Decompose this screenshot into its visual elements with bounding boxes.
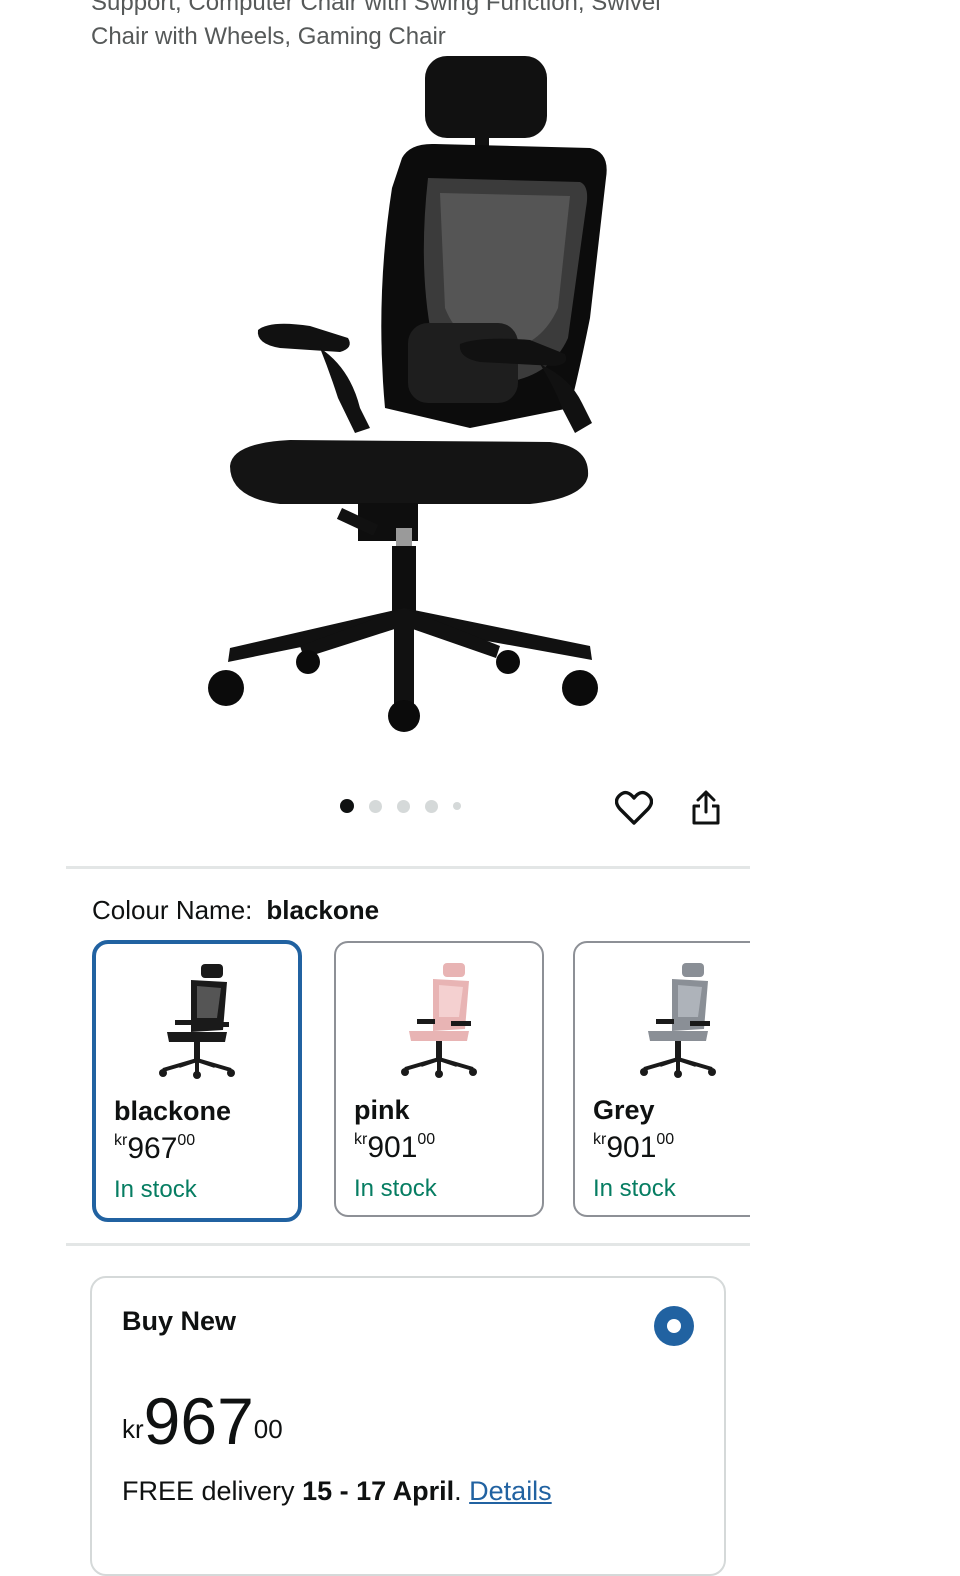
product-title-line-1: Support, Computer Chair with Swing Funct… — [91, 0, 661, 16]
swatch-price: kr96700 — [114, 1132, 195, 1166]
price-fraction: 00 — [656, 1131, 675, 1148]
currency-symbol: kr — [593, 1131, 607, 1148]
price-whole: 901 — [606, 1131, 657, 1164]
buy-new-radio[interactable] — [654, 1306, 694, 1346]
buy-new-title: Buy New — [122, 1306, 237, 1336]
section-divider — [66, 1243, 750, 1246]
swatch-pink[interactable]: pink kr90100 In stock — [334, 941, 544, 1217]
swatch-grey[interactable]: Grey kr90100 In stock — [573, 941, 750, 1217]
colour-name-value: blackone — [266, 895, 380, 925]
swatch-blackone[interactable]: blackone kr96700 In stock — [92, 940, 302, 1222]
swatch-thumbnail — [401, 963, 477, 1078]
price-whole: 967 — [127, 1132, 178, 1165]
colour-swatch-list[interactable]: blackone kr96700 In stock pink kr90100 I… — [92, 940, 750, 1225]
currency-symbol: kr — [354, 1131, 368, 1148]
gallery-dot[interactable] — [340, 799, 354, 813]
price-fraction: 00 — [417, 1131, 436, 1148]
stock-status: In stock — [354, 1175, 437, 1202]
share-button[interactable] — [684, 786, 728, 830]
gallery-pagination[interactable] — [340, 796, 476, 816]
product-title: Support, Computer Chair with Swing Funct… — [91, 0, 711, 54]
buy-new-box[interactable]: Buy New kr96700 FREE delivery 15 - 17 Ap… — [90, 1276, 726, 1576]
section-divider — [66, 866, 750, 869]
wishlist-button[interactable] — [612, 786, 656, 830]
price-whole: 967 — [143, 1384, 254, 1458]
delivery-dates: 15 - 17 April — [302, 1476, 455, 1506]
delivery-suffix: . — [454, 1476, 462, 1506]
gallery-dot[interactable] — [397, 799, 410, 813]
gallery-dot[interactable] — [453, 802, 461, 810]
price-fraction: 00 — [177, 1132, 196, 1149]
swatch-price: kr90100 — [354, 1131, 435, 1165]
delivery-prefix: FREE delivery — [122, 1476, 295, 1506]
stock-status: In stock — [114, 1176, 197, 1203]
swatch-thumbnail — [640, 963, 716, 1078]
gallery-dot[interactable] — [369, 799, 382, 813]
currency-symbol: kr — [122, 1414, 144, 1444]
swatch-price: kr90100 — [593, 1131, 674, 1165]
swatch-name: blackone — [114, 1096, 232, 1126]
colour-name-label: Colour Name: — [92, 895, 253, 925]
product-image[interactable] — [170, 48, 640, 748]
delivery-info: FREE delivery 15 - 17 April. Details — [122, 1476, 552, 1507]
price-fraction: 00 — [253, 1414, 283, 1444]
swatch-thumbnail — [159, 964, 235, 1079]
delivery-details-link[interactable]: Details — [469, 1476, 552, 1506]
gallery-dot[interactable] — [425, 799, 438, 813]
share-icon — [692, 790, 720, 825]
swatch-name: pink — [354, 1095, 410, 1125]
swatch-name: Grey — [593, 1095, 655, 1125]
currency-symbol: kr — [114, 1132, 128, 1149]
stock-status: In stock — [593, 1175, 676, 1202]
buy-new-price: kr96700 — [122, 1386, 283, 1456]
price-whole: 901 — [367, 1131, 418, 1164]
colour-name-row: Colour Name: blackone — [92, 893, 379, 927]
heart-icon — [615, 790, 653, 825]
